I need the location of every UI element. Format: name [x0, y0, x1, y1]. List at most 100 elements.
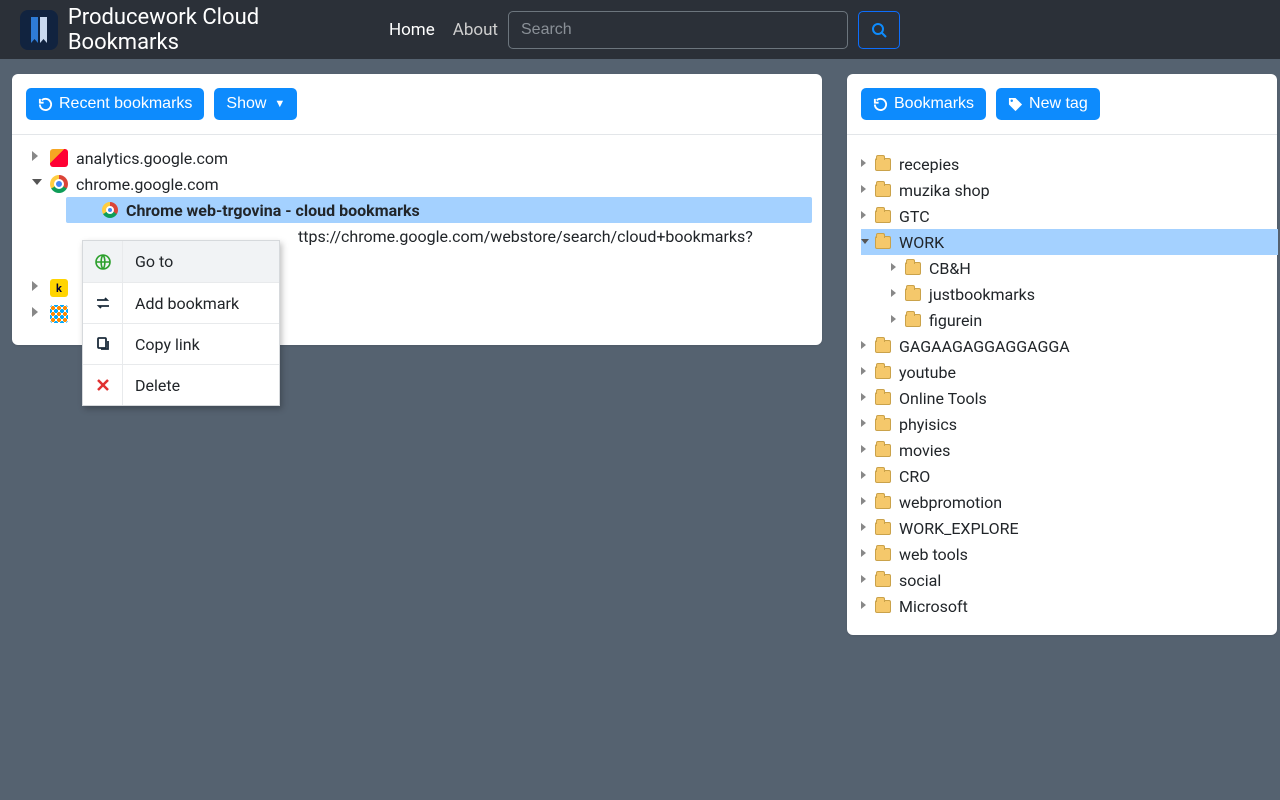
- context-menu-label: Copy link: [123, 335, 200, 354]
- expand-icon[interactable]: [891, 263, 896, 271]
- swap-icon: [83, 283, 123, 323]
- expand-icon[interactable]: [861, 471, 866, 479]
- tag-item-work[interactable]: WORK: [861, 229, 1278, 255]
- tree-item-selected[interactable]: Chrome web-trgovina - cloud bookmarks: [66, 197, 812, 223]
- expand-icon[interactable]: [861, 445, 866, 453]
- tree-item-label: chrome.google.com: [76, 175, 219, 194]
- tag-item-onlinetools[interactable]: Online Tools: [861, 385, 1277, 411]
- new-tag-label: New tag: [1029, 95, 1088, 113]
- brand-title: Producework Cloud Bookmarks: [68, 5, 359, 55]
- tag-label: movies: [899, 441, 950, 460]
- nav-links: Home About: [389, 20, 498, 40]
- expand-icon[interactable]: [861, 601, 866, 609]
- show-dropdown-button[interactable]: Show ▼: [214, 88, 297, 120]
- analytics-favicon: [50, 149, 68, 167]
- folder-icon: [875, 340, 891, 353]
- expand-icon[interactable]: [861, 367, 866, 375]
- recent-bookmarks-label: Recent bookmarks: [59, 95, 192, 113]
- tag-label: phyisics: [899, 415, 957, 434]
- tag-item-webpromotion[interactable]: webpromotion: [861, 489, 1277, 515]
- site-favicon: [50, 305, 68, 323]
- tag-item-gaga[interactable]: GAGAAGAGGAGGAGGA: [861, 333, 1277, 359]
- expand-icon[interactable]: [861, 185, 866, 193]
- tag-label: WORK_EXPLORE: [899, 519, 1019, 538]
- expand-icon[interactable]: [891, 315, 896, 323]
- context-menu-copy-link[interactable]: Copy link: [83, 323, 279, 364]
- expand-icon[interactable]: [32, 281, 38, 291]
- search-button[interactable]: [858, 11, 900, 49]
- bookmarks-button[interactable]: Bookmarks: [861, 88, 986, 120]
- tags-tree: recepies muzika shop GTC WORK CB&H justb…: [847, 145, 1277, 625]
- tag-item-recepies[interactable]: recepies: [861, 151, 1277, 177]
- tree-item-chrome[interactable]: chrome.google.com: [50, 171, 812, 197]
- folder-icon: [875, 236, 891, 249]
- folder-icon: [875, 366, 891, 379]
- tag-item-justbookmarks[interactable]: justbookmarks: [861, 281, 1277, 307]
- context-menu-delete[interactable]: Delete: [83, 364, 279, 405]
- tag-label: CRO: [899, 467, 930, 486]
- tag-label: muzika shop: [899, 181, 990, 200]
- folder-icon: [875, 184, 891, 197]
- context-menu: Go to Add bookmark Copy link Delete: [82, 240, 280, 406]
- recent-bookmarks-button[interactable]: Recent bookmarks: [26, 88, 204, 120]
- expand-icon[interactable]: [32, 151, 38, 161]
- expand-icon[interactable]: [861, 575, 866, 583]
- nav-about[interactable]: About: [453, 20, 498, 40]
- new-tag-button[interactable]: New tag: [996, 88, 1100, 120]
- collapse-icon[interactable]: [861, 239, 869, 244]
- expand-icon[interactable]: [861, 341, 866, 349]
- search-wrap: [508, 11, 900, 49]
- tag-item-webtools[interactable]: web tools: [861, 541, 1277, 567]
- search-icon: [871, 22, 887, 38]
- expand-icon[interactable]: [861, 419, 866, 427]
- search-input[interactable]: [508, 11, 848, 49]
- folder-icon: [905, 314, 921, 327]
- expand-icon[interactable]: [861, 523, 866, 531]
- expand-icon[interactable]: [861, 393, 866, 401]
- expand-icon[interactable]: [861, 497, 866, 505]
- expand-icon[interactable]: [861, 159, 866, 167]
- tag-label: webpromotion: [899, 493, 1002, 512]
- context-menu-label: Delete: [123, 376, 180, 395]
- tag-item-cro[interactable]: CRO: [861, 463, 1277, 489]
- tag-label: figurein: [929, 311, 982, 330]
- tag-item-figurein[interactable]: figurein: [861, 307, 1277, 333]
- folder-icon: [875, 548, 891, 561]
- brand-icon: [20, 10, 58, 50]
- chrome-favicon: [50, 175, 68, 193]
- brand[interactable]: Producework Cloud Bookmarks: [20, 5, 359, 55]
- folder-icon: [875, 444, 891, 457]
- tag-item-phyisics[interactable]: phyisics: [861, 411, 1277, 437]
- tag-item-social[interactable]: social: [861, 567, 1277, 593]
- chevron-down-icon: ▼: [274, 98, 285, 110]
- tag-label: CB&H: [929, 259, 971, 278]
- expand-icon[interactable]: [861, 549, 866, 557]
- refresh-icon: [38, 97, 53, 112]
- globe-icon: [83, 241, 123, 282]
- folder-icon: [875, 158, 891, 171]
- expand-icon[interactable]: [891, 289, 896, 297]
- tag-item-cbh[interactable]: CB&H: [861, 255, 1277, 281]
- show-label: Show: [226, 95, 266, 113]
- context-menu-goto[interactable]: Go to: [83, 241, 279, 282]
- nav-home[interactable]: Home: [389, 20, 435, 40]
- right-panel: Bookmarks New tag recepies muzika shop G…: [847, 74, 1277, 635]
- tree-item-analytics[interactable]: analytics.google.com: [50, 145, 812, 171]
- tag-item-muzika[interactable]: muzika shop: [861, 177, 1277, 203]
- site-favicon: k: [50, 279, 68, 297]
- folder-icon: [905, 288, 921, 301]
- refresh-icon: [873, 97, 888, 112]
- copy-icon: [83, 324, 123, 364]
- collapse-icon[interactable]: [32, 179, 42, 185]
- tag-label: GTC: [899, 207, 930, 226]
- tag-item-movies[interactable]: movies: [861, 437, 1277, 463]
- expand-icon[interactable]: [32, 307, 38, 317]
- tag-item-microsoft[interactable]: Microsoft: [861, 593, 1277, 619]
- tag-item-gtc[interactable]: GTC: [861, 203, 1277, 229]
- tag-item-youtube[interactable]: youtube: [861, 359, 1277, 385]
- expand-icon[interactable]: [861, 211, 866, 219]
- context-menu-add-bookmark[interactable]: Add bookmark: [83, 282, 279, 323]
- delete-icon: [83, 365, 123, 405]
- right-panel-header: Bookmarks New tag: [847, 74, 1277, 135]
- tag-item-workexplore[interactable]: WORK_EXPLORE: [861, 515, 1277, 541]
